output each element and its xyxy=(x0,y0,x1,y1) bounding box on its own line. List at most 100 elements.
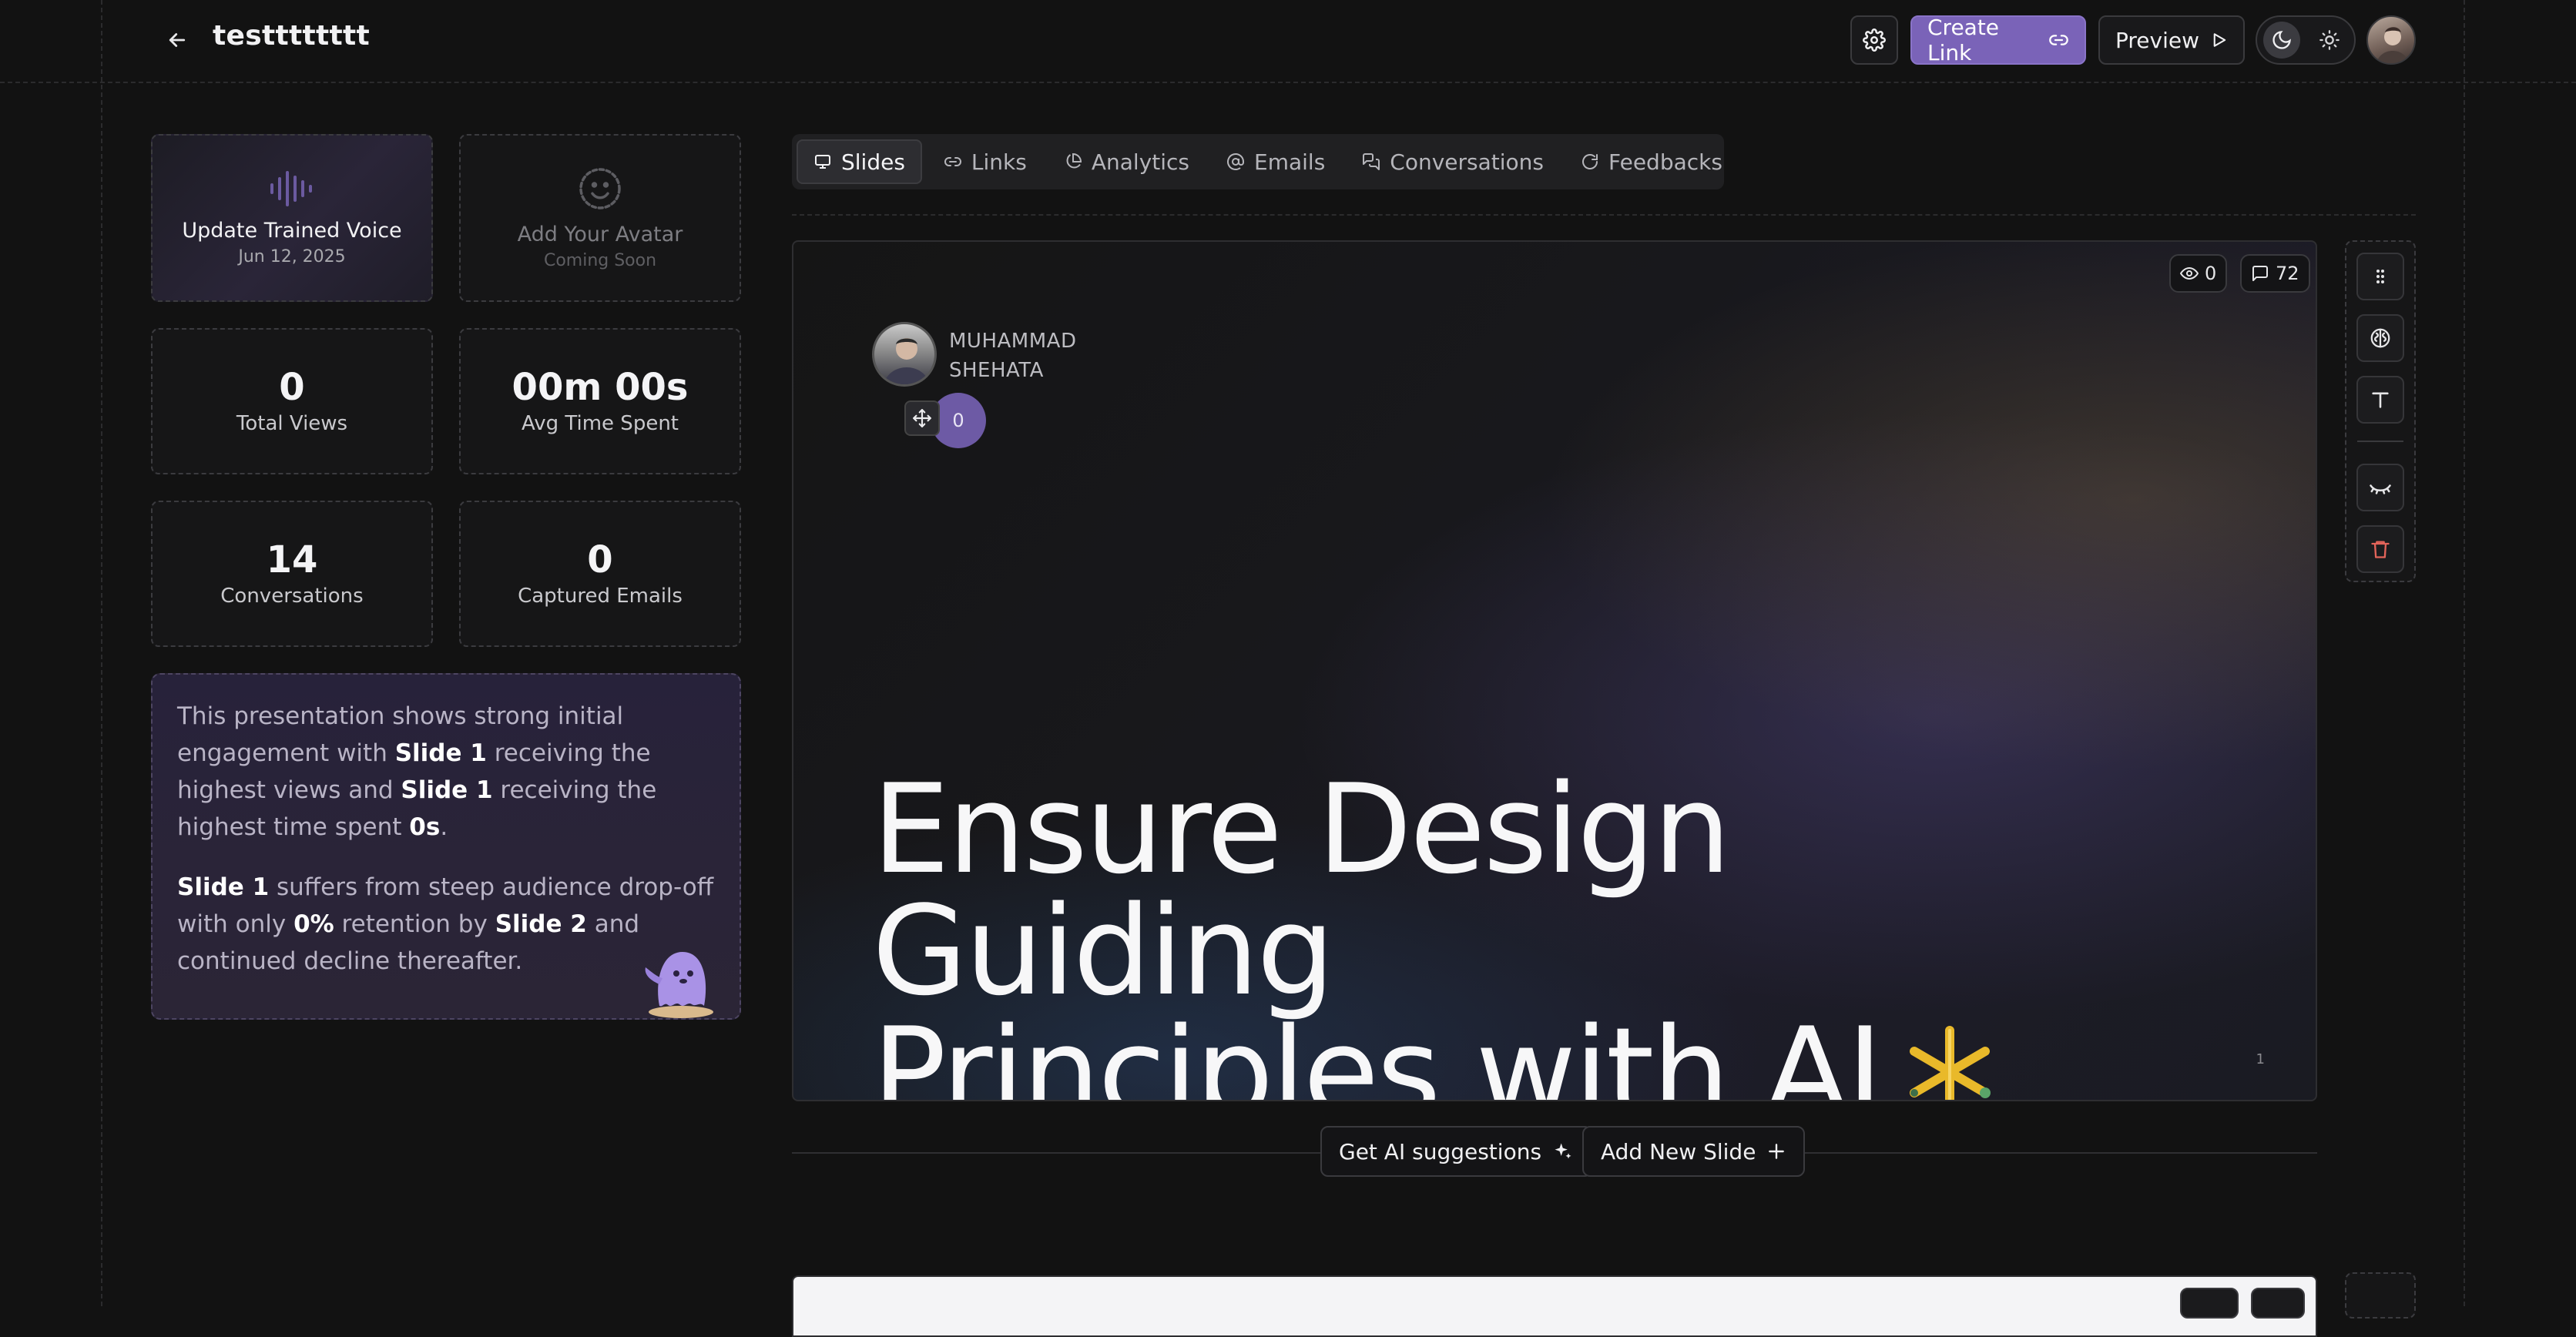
link-icon xyxy=(944,157,961,166)
next-slide-canvas[interactable] xyxy=(792,1275,2317,1337)
refresh-icon xyxy=(1582,154,1598,169)
slide-headline[interactable]: Ensure Design Guiding Principles with AI xyxy=(872,768,2182,1100)
monitor-icon xyxy=(815,155,830,169)
tab-feedbacks[interactable]: Feedbacks xyxy=(1565,139,1738,184)
tab-feedbacks-label: Feedbacks xyxy=(1608,149,1722,175)
total-views-label: Total Views xyxy=(236,412,348,436)
waveform-icon xyxy=(270,171,312,206)
slide-toolbar xyxy=(2345,240,2416,582)
trash-icon xyxy=(2371,541,2390,558)
comment-icon xyxy=(2252,266,2268,281)
pie-chart-icon xyxy=(1066,152,1082,169)
eye-icon xyxy=(2180,266,2199,280)
author-name: MUHAMMAD SHEHATA xyxy=(949,330,1077,382)
avg-time-label: Avg Time Spent xyxy=(522,412,679,436)
slide-canvas[interactable]: 0 72 MUHAMMAD SHEHATA 0 Ensure Design Gu… xyxy=(792,240,2317,1101)
presentation-title[interactable]: testttttttt xyxy=(213,20,370,52)
author-photo-icon xyxy=(883,338,931,384)
preview-label: Preview xyxy=(2115,27,2199,53)
add-avatar-card: Add Your Avatar Coming Soon xyxy=(459,134,741,302)
drag-handle-button[interactable] xyxy=(2356,253,2404,300)
next-slide-toolbar xyxy=(2345,1272,2416,1319)
moon-icon xyxy=(2272,31,2291,49)
frame-guide-right xyxy=(2464,0,2465,1306)
next-slide-views-badge xyxy=(2180,1288,2239,1319)
tab-emails-label: Emails xyxy=(1254,149,1326,175)
delete-slide-button[interactable] xyxy=(2356,525,2404,573)
tab-slides[interactable]: Slides xyxy=(797,139,922,184)
tab-conversations-label: Conversations xyxy=(1390,149,1545,175)
captured-emails-label: Captured Emails xyxy=(518,585,683,608)
captured-emails-value: 0 xyxy=(587,538,613,581)
arrow-left-icon xyxy=(169,33,186,47)
create-link-label: Create Link xyxy=(1927,15,2000,65)
hide-slide-button[interactable] xyxy=(2356,464,2404,511)
slide-comments-count: 72 xyxy=(2276,263,2299,284)
frame-guide-left xyxy=(101,0,102,1306)
theme-toggle[interactable] xyxy=(2256,15,2356,65)
move-handle[interactable] xyxy=(904,400,940,436)
conversations-card: 14 Conversations xyxy=(151,501,433,647)
avatar-card-status: Coming Soon xyxy=(543,251,657,270)
slide-comments-badge[interactable]: 72 xyxy=(2240,254,2310,293)
add-new-slide-button[interactable]: Add New Slide xyxy=(1582,1126,1806,1177)
toolbar-separator xyxy=(2357,441,2403,442)
total-views-value: 0 xyxy=(279,365,305,409)
text-tool-button[interactable] xyxy=(2356,376,2404,424)
tab-links[interactable]: Links xyxy=(928,139,1042,184)
dark-mode-option[interactable] xyxy=(2263,22,2300,59)
eye-closed-icon xyxy=(2370,484,2391,494)
ai-suggestions-label: Get AI suggestions xyxy=(1339,1138,1542,1164)
sparkles-icon xyxy=(1555,1143,1571,1159)
tab-links-label: Links xyxy=(971,149,1027,175)
slide-number: 1 xyxy=(2256,1051,2265,1067)
light-mode-option[interactable] xyxy=(2311,22,2348,59)
ai-suggestions-button[interactable]: Get AI suggestions xyxy=(1320,1126,1593,1177)
update-trained-voice-card[interactable]: Update Trained Voice Jun 12, 2025 xyxy=(151,134,433,302)
at-sign-icon xyxy=(1227,153,1245,170)
insight-paragraph-dropoff: Slide 1 suffers from steep audience drop… xyxy=(177,873,714,975)
tabs-divider xyxy=(792,214,2416,216)
ai-brain-button[interactable] xyxy=(2356,314,2404,362)
play-icon xyxy=(2213,33,2226,47)
brain-icon xyxy=(2370,328,2390,348)
tab-slides-label: Slides xyxy=(841,149,905,175)
ghost-mascot-icon xyxy=(645,952,713,1018)
sun-icon xyxy=(2319,30,2340,50)
author-avatar xyxy=(872,322,937,387)
move-icon xyxy=(913,409,931,427)
user-avatar[interactable] xyxy=(2366,15,2416,65)
tab-emails[interactable]: Emails xyxy=(1211,139,1340,184)
next-slide-comments-badge xyxy=(2251,1288,2305,1319)
preview-button[interactable]: Preview xyxy=(2098,15,2245,65)
pencil-asterisk-icon xyxy=(1910,1026,1991,1100)
conversations-label: Conversations xyxy=(220,585,364,608)
tab-conversations[interactable]: Conversations xyxy=(1347,139,1559,184)
voice-card-date: Jun 12, 2025 xyxy=(238,247,346,266)
slide-views-count: 0 xyxy=(2205,263,2217,284)
content-tabs: Slides Links Analytics Emails Conversati… xyxy=(792,134,1724,189)
total-views-card: 0 Total Views xyxy=(151,328,433,474)
conversations-value: 14 xyxy=(266,538,318,581)
text-icon xyxy=(2372,392,2389,408)
insight-paragraph-engagement: This presentation shows strong initial e… xyxy=(177,702,657,841)
captured-emails-card: 0 Captured Emails xyxy=(459,501,741,647)
avg-time-value: 00m 00s xyxy=(512,365,689,409)
add-new-slide-label: Add New Slide xyxy=(1601,1138,1756,1164)
voice-card-title: Update Trained Voice xyxy=(182,219,402,243)
slide-views-badge: 0 xyxy=(2169,254,2228,293)
create-link-button[interactable]: Create Link xyxy=(1910,15,2086,65)
smiley-icon xyxy=(579,168,621,209)
gear-icon xyxy=(1863,28,1886,52)
settings-button[interactable] xyxy=(1850,15,1898,65)
chat-bubbles-icon xyxy=(1363,153,1380,170)
tab-analytics-label: Analytics xyxy=(1091,149,1190,175)
header-divider xyxy=(0,82,2576,83)
back-button[interactable] xyxy=(154,17,200,63)
plus-icon xyxy=(1769,1144,1785,1159)
grip-icon xyxy=(2376,270,2384,283)
avatar-card-title: Add Your Avatar xyxy=(517,223,683,246)
tab-analytics[interactable]: Analytics xyxy=(1048,139,1205,184)
avg-time-card: 00m 00s Avg Time Spent xyxy=(459,328,741,474)
ai-insight-panel: This presentation shows strong initial e… xyxy=(151,673,741,1020)
